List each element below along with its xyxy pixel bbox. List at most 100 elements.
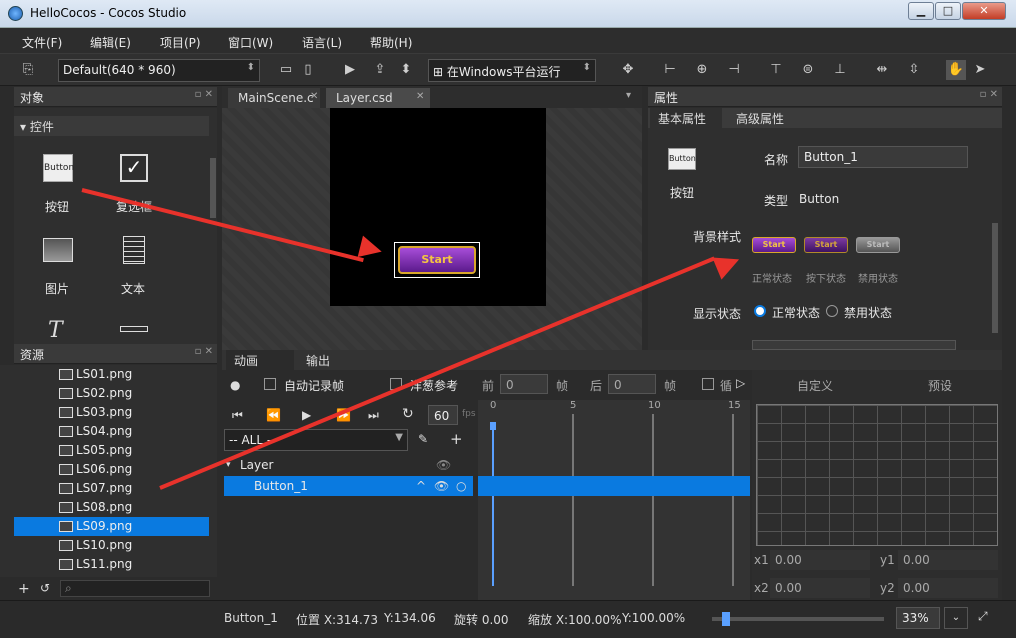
radio-normal-state[interactable] — [754, 305, 766, 317]
expand-right-icon[interactable]: ▷ — [736, 376, 745, 390]
y1-input[interactable]: 0.00 — [898, 550, 998, 570]
custom-curve-tab[interactable]: 自定义 — [797, 377, 833, 394]
zoom-slider-handle[interactable] — [722, 612, 730, 626]
new-file-icon[interactable]: ⎘ — [18, 60, 38, 80]
publish-options-icon[interactable]: ⬍ — [396, 60, 416, 80]
close-tab-icon[interactable]: ✕ — [310, 91, 318, 102]
prev-frames-input[interactable]: 0 — [500, 374, 548, 394]
list-item[interactable]: LS03.png — [14, 403, 209, 422]
list-item[interactable]: LS09.png — [14, 517, 209, 536]
minimize-button[interactable]: ▁ — [908, 2, 934, 20]
fit-icon[interactable]: ✥ — [618, 60, 638, 80]
disabled-state-image[interactable]: Start — [856, 237, 900, 253]
list-item[interactable]: LS05.png — [14, 441, 209, 460]
name-field[interactable]: Button_1 — [798, 146, 968, 168]
controls-section[interactable]: ▾ 控件 — [14, 116, 209, 136]
list-item[interactable]: LS04.png — [14, 422, 209, 441]
align-left-icon[interactable]: ⊢ — [660, 60, 680, 80]
run-target-select[interactable]: ⊞ 在Windows平台运行 ⬍ — [428, 59, 596, 82]
resolution-select[interactable]: Default(640 * 960) ⬍ — [58, 59, 260, 82]
align-top-icon[interactable]: ⊤ — [766, 60, 786, 80]
close-button[interactable]: ✕ — [962, 2, 1006, 20]
circle-icon[interactable]: ○ — [456, 479, 466, 493]
list-item[interactable]: LS06.png — [14, 460, 209, 479]
chevron-down-icon[interactable]: ⌄ — [944, 607, 968, 629]
text-field-partial[interactable] — [752, 340, 956, 350]
text-font-icon[interactable]: T — [48, 318, 63, 343]
align-center-icon[interactable]: ⊕ — [692, 60, 712, 80]
auto-record-checkbox[interactable] — [264, 378, 276, 390]
maximize-button[interactable]: □ — [935, 2, 961, 20]
x2-input[interactable]: 0.00 — [770, 578, 870, 598]
tab-advanced-properties[interactable]: 高级属性 — [728, 108, 802, 128]
play-icon[interactable]: ▶ — [340, 60, 360, 80]
landscape-icon[interactable]: ▭ — [276, 60, 296, 80]
align-bottom-icon[interactable]: ⊥ — [830, 60, 850, 80]
select-tool-icon[interactable]: ➤ — [970, 60, 990, 80]
menu-help[interactable]: 帮助(H) — [370, 34, 412, 51]
checkbox-icon[interactable]: ✓ — [120, 154, 148, 182]
panel-controls-icon[interactable]: ▫ ✕ — [195, 346, 213, 357]
add-icon[interactable]: + — [450, 430, 463, 448]
visibility-icon[interactable]: 👁 — [436, 458, 451, 472]
prev-frame-icon[interactable]: ⏪ — [266, 408, 281, 422]
y2-input[interactable]: 0.00 — [898, 578, 998, 598]
publish-icon[interactable]: ⇪ — [370, 60, 390, 80]
normal-state-image[interactable]: Start — [752, 237, 796, 253]
list-item[interactable]: LS08.png — [14, 498, 209, 517]
panel-controls-icon[interactable]: ▫ ✕ — [195, 89, 213, 100]
menu-window[interactable]: 窗口(W) — [228, 34, 273, 51]
distribute-v-icon[interactable]: ⇳ — [904, 60, 924, 80]
layer-canvas[interactable]: Start — [330, 108, 546, 306]
tab-mainscene[interactable]: MainScene.c — [228, 88, 320, 108]
zoom-input[interactable]: 33% — [896, 607, 940, 629]
panel-controls-icon[interactable]: ▫ ✕ — [980, 89, 998, 100]
resource-search-input[interactable]: ⌕ — [60, 580, 210, 597]
layer-node[interactable]: Layer — [240, 458, 273, 472]
properties-scrollbar[interactable] — [992, 223, 998, 333]
list-item[interactable]: LS11.png — [14, 555, 209, 574]
align-right-icon[interactable]: ⊣ — [724, 60, 744, 80]
slider-widget-icon[interactable] — [120, 326, 148, 332]
menu-edit[interactable]: 编辑(E) — [90, 34, 131, 51]
x1-input[interactable]: 0.00 — [770, 550, 870, 570]
button-icon[interactable]: Button — [43, 154, 74, 182]
fit-screen-icon[interactable]: ⤢ — [978, 609, 988, 624]
distribute-h-icon[interactable]: ⇹ — [872, 60, 892, 80]
tab-animation[interactable]: 动画 — [226, 350, 294, 370]
list-item[interactable]: LS10.png — [14, 536, 209, 555]
timeline[interactable]: 0 5 10 15 — [478, 400, 750, 600]
menu-file[interactable]: 文件(F) — [22, 34, 62, 51]
menu-project[interactable]: 项目(P) — [160, 34, 201, 51]
next-frames-input[interactable]: 0 — [608, 374, 656, 394]
first-frame-icon[interactable]: ⏮ — [232, 408, 243, 423]
radio-disabled-state[interactable] — [826, 305, 838, 317]
close-tab-icon[interactable]: ✕ — [416, 91, 424, 102]
loop-icon[interactable]: ↻ — [402, 406, 414, 422]
image-icon[interactable] — [43, 238, 73, 262]
add-keyframe-icon[interactable]: ● — [230, 378, 240, 392]
timeline-row-selected[interactable] — [478, 476, 750, 496]
chevron-down-icon[interactable]: ▾ — [626, 90, 631, 101]
list-item[interactable]: LS02.png — [14, 384, 209, 403]
loop-checkbox[interactable] — [702, 378, 714, 390]
refresh-icon[interactable]: ↺ — [40, 581, 50, 595]
tab-output[interactable]: 输出 — [298, 350, 348, 370]
hand-tool-icon[interactable]: ✋ — [946, 60, 966, 80]
portrait-icon[interactable]: ▯ — [298, 60, 318, 80]
play-icon[interactable]: ▶ — [302, 408, 311, 422]
scrollbar[interactable] — [210, 158, 216, 218]
curve-grid[interactable] — [756, 404, 998, 546]
visibility-icon[interactable]: 👁 — [434, 479, 449, 493]
fps-input[interactable]: 60 — [428, 405, 458, 425]
zoom-slider[interactable] — [712, 612, 884, 626]
pressed-state-image[interactable]: Start — [804, 237, 848, 253]
align-middle-icon[interactable]: ⊜ — [798, 60, 818, 80]
tab-basic-properties[interactable]: 基本属性 — [650, 108, 722, 128]
menu-language[interactable]: 语言(L) — [302, 34, 342, 51]
preset-curve-tab[interactable]: 预设 — [928, 377, 952, 394]
edit-icon[interactable]: ✎ — [418, 432, 428, 446]
add-icon[interactable]: + — [18, 581, 30, 597]
lock-icon[interactable]: ^ — [416, 479, 426, 493]
last-frame-icon[interactable]: ⏭ — [368, 408, 379, 423]
